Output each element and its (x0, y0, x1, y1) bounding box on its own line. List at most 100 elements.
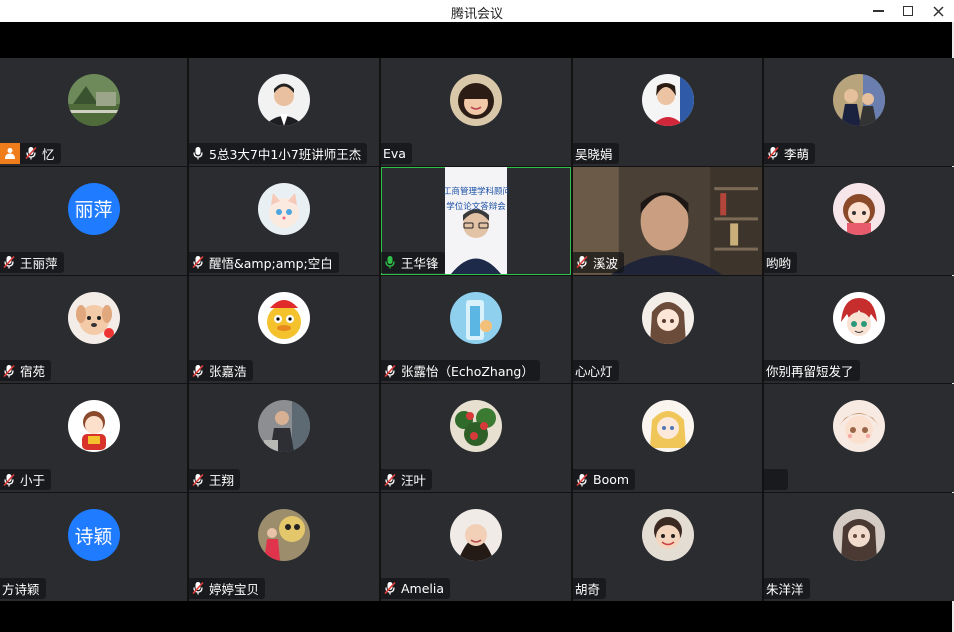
participant-name-bar: Boom (573, 469, 636, 491)
participant-tile[interactable]: 忆 (0, 58, 187, 166)
participant-name: 醒悟&amp;amp;空白 (209, 255, 333, 271)
blue-drink-avatar (450, 291, 502, 344)
participant-name-bar: Amelia (381, 577, 451, 599)
window-title: 腾讯会议 (450, 7, 503, 22)
mic-muted-icon (3, 364, 15, 378)
photo-person-avatar (258, 400, 310, 453)
participant-name: 汪叶 (401, 473, 427, 489)
mic-muted-icon (384, 364, 396, 378)
participant-tile[interactable]: 醒悟&amp;amp;空白 (189, 166, 379, 275)
maximize-icon (903, 6, 913, 16)
participant-name: 小于 (20, 473, 46, 489)
participant-tile[interactable]: 宿苑 (0, 275, 187, 384)
cartoon-duck-avatar (258, 291, 310, 344)
participant-name: 忆 (42, 146, 55, 162)
participant-name-bar (764, 469, 788, 491)
participant-name-bar: 忆 (0, 142, 61, 164)
participant-tile[interactable]: 5总3大7中1小7班讲师王杰 (189, 58, 379, 166)
participant-name-bar: 王华锋 (381, 251, 445, 273)
participant-name-bar: Eva (381, 142, 412, 164)
participant-tile[interactable]: 胡奇 (573, 493, 762, 601)
mic-muted-icon (384, 473, 396, 487)
participant-name: 张嘉浩 (209, 364, 247, 380)
participant-tile[interactable]: 工商管理学科顾问 学位论文答辩会 王华锋 (381, 166, 571, 275)
mic-muted-icon (767, 147, 779, 160)
participant-tile[interactable]: 李萌 (764, 58, 954, 166)
cartoon-dog-avatar (67, 291, 120, 344)
participant-tile[interactable]: 张露怡（EchoZhang） (381, 275, 571, 384)
anime-face-avatar (833, 400, 885, 453)
participant-tile[interactable]: 哟哟 (764, 166, 954, 275)
bottom-toolbar-area (0, 601, 952, 632)
participant-tile[interactable]: 小于 (0, 384, 187, 493)
participant-name: Amelia (401, 580, 445, 596)
shared-slide-text: 学位论文答辩会 (446, 201, 506, 212)
mic-muted-icon (192, 473, 204, 487)
participant-tile[interactable]: 你别再留短发了 (764, 275, 954, 384)
participant-name-bar: 心心灯 (573, 360, 619, 382)
participant-name: 5总3大7中1小7班讲师王杰 (209, 146, 362, 162)
mic-muted-icon (192, 364, 204, 378)
mic-muted-icon (192, 582, 204, 595)
anime-blonde-avatar (641, 400, 694, 453)
participant-video (445, 166, 507, 274)
participant-name: 胡奇 (575, 581, 601, 597)
avatar: 丽萍 (67, 182, 120, 235)
cartoon-child-avatar (67, 400, 120, 453)
avatar: 诗颖 (67, 509, 120, 562)
participant-name-bar: 李萌 (764, 142, 816, 164)
participant-name: 方诗颖 (2, 581, 40, 597)
participant-tile[interactable] (764, 384, 954, 493)
participant-tile[interactable]: 朱洋洋 (764, 493, 954, 601)
participant-name: 张露怡（EchoZhang） (401, 364, 534, 380)
participant-name: 李萌 (784, 146, 810, 162)
participant-tile[interactable]: Amelia (381, 493, 571, 601)
maximize-button[interactable] (893, 0, 923, 22)
participant-name-bar: 张嘉浩 (189, 360, 253, 382)
participant-tile[interactable]: 溪波 (573, 166, 762, 275)
participant-name: Eva (383, 145, 406, 161)
anime-red-hair-avatar (833, 291, 885, 344)
participant-tile[interactable]: 汪叶 (381, 384, 571, 493)
participant-name-bar: 方诗颖 (0, 577, 46, 599)
minimize-button[interactable] (863, 0, 893, 22)
participant-name: 心心灯 (575, 364, 613, 380)
participant-tile[interactable]: 婷婷宝贝 (189, 493, 379, 601)
participant-name: 朱洋洋 (766, 581, 804, 597)
participant-tile[interactable]: 丽萍 王丽萍 (0, 166, 187, 275)
microphone-icon (385, 256, 395, 269)
participant-tile[interactable]: 张嘉浩 (189, 275, 379, 384)
participant-tile[interactable]: 心心灯 (573, 275, 762, 384)
participant-tile[interactable]: 诗颖方诗颖 (0, 493, 187, 601)
photo-man-avatar (258, 74, 310, 126)
photo-child-avatar (641, 509, 694, 562)
photo-landscape-avatar (67, 74, 120, 126)
anime-dark-hair-avatar (833, 509, 885, 562)
cartoon-girl-avatar (833, 182, 885, 235)
participant-tile[interactable]: Eva (381, 58, 571, 166)
participant-name: 王华锋 (401, 255, 439, 271)
participant-name: 吴晓娟 (575, 146, 613, 162)
participant-name-bar: 婷婷宝贝 (189, 577, 266, 599)
participant-tile[interactable]: Boom (573, 384, 762, 493)
participant-name: Boom (593, 472, 630, 488)
mic-muted-icon (25, 147, 37, 160)
participant-name: 王翔 (209, 473, 235, 489)
close-button[interactable] (923, 0, 953, 22)
participant-name-bar: 朱洋洋 (764, 577, 810, 599)
photo-woman-avatar (641, 74, 694, 126)
participant-tile[interactable]: 王翔 (189, 384, 379, 493)
participant-grid: 忆 5总3大7中1小7班讲师王杰 Eva 吴晓娟 李萌 丽萍 王丽萍 醒悟&amp;amp;空… (0, 58, 954, 601)
mic-muted-icon (3, 473, 15, 487)
photo-couple-avatar (833, 74, 885, 126)
top-toolbar-area (0, 22, 952, 58)
mic-muted-icon (576, 473, 588, 487)
photo-girl-avatar (450, 74, 502, 126)
participant-name-bar: 王丽萍 (0, 251, 64, 273)
participant-name-bar: 王翔 (189, 469, 241, 491)
participant-name-bar: 宿苑 (0, 360, 52, 382)
cartoon-cat-avatar (258, 182, 310, 235)
participant-name-bar: 吴晓娟 (573, 142, 619, 164)
flower-avatar (450, 400, 502, 453)
participant-tile[interactable]: 吴晓娟 (573, 58, 762, 166)
